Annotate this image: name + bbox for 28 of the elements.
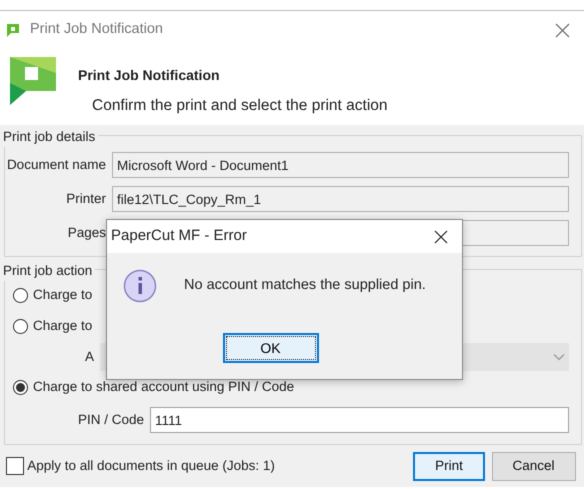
header-subtitle: Confirm the print and select the print action: [92, 96, 388, 116]
pin-field[interactable]: 1111: [150, 407, 569, 433]
error-message: No account matches the supplied pin.: [184, 276, 426, 296]
ok-button[interactable]: OK: [222, 333, 318, 363]
radio-label: Charge to: [33, 317, 92, 336]
dialog-button[interactable]: Print: [413, 452, 485, 480]
radio-label: Charge to: [33, 286, 92, 304]
window-title: Print Job Notification: [30, 20, 163, 40]
field-label: Printer: [65, 190, 107, 208]
app-logo-icon: [6, 23, 20, 37]
info-icon: [123, 269, 157, 303]
close-icon[interactable]: [434, 230, 448, 244]
text-field[interactable]: file12\TLC_Copy_Rm_1: [112, 186, 569, 212]
dialog-button[interactable]: Cancel: [492, 452, 576, 480]
field-label: A: [84, 348, 95, 366]
chevron-down-icon: [553, 354, 565, 360]
header-title: Print Job Notification: [78, 66, 221, 85]
field-label: Document name: [6, 156, 107, 174]
checkbox[interactable]: [6, 457, 24, 475]
dialog-title: PaperCut MF - Error: [111, 226, 247, 246]
checkbox-label: Apply to all documents in queue (Jobs: 1): [27, 456, 275, 475]
field-label: Pages: [66, 224, 107, 242]
text-field[interactable]: Microsoft Word - Document1: [112, 152, 569, 178]
field-label: PIN / Code: [76, 410, 145, 429]
radio-button[interactable]: [13, 319, 28, 334]
radio-label: Charge to shared account using PIN / Code: [33, 378, 294, 396]
radio-button[interactable]: [13, 380, 28, 395]
radio-button[interactable]: [13, 288, 28, 303]
